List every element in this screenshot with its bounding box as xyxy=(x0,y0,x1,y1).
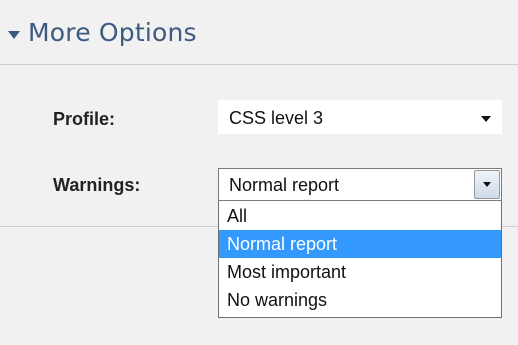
warnings-dropdown-button[interactable] xyxy=(474,170,500,199)
warnings-label: Warnings: xyxy=(53,175,141,195)
profile-label: Profile: xyxy=(53,109,116,129)
section-title: More Options xyxy=(28,18,197,47)
warnings-option-no-warnings[interactable]: No warnings xyxy=(219,286,501,314)
chevron-down-icon xyxy=(481,116,491,122)
warnings-select[interactable]: Normal report xyxy=(218,168,502,201)
triangle-down-icon xyxy=(8,30,20,39)
warnings-select-value: Normal report xyxy=(229,175,340,195)
warnings-option-most-important[interactable]: Most important xyxy=(219,258,501,286)
warnings-options-list: All Normal report Most important No warn… xyxy=(218,201,502,318)
chevron-down-icon xyxy=(483,182,491,187)
profile-select[interactable]: CSS level 3 xyxy=(218,100,502,134)
options-panel: More Options Profile: CSS level 3 Warnin… xyxy=(0,0,518,345)
warnings-option-all[interactable]: All xyxy=(219,202,501,230)
warnings-option-normal-report[interactable]: Normal report xyxy=(219,230,501,258)
profile-select-value: CSS level 3 xyxy=(229,108,324,128)
more-options-toggle[interactable]: More Options xyxy=(8,18,197,47)
divider-top xyxy=(0,64,518,65)
